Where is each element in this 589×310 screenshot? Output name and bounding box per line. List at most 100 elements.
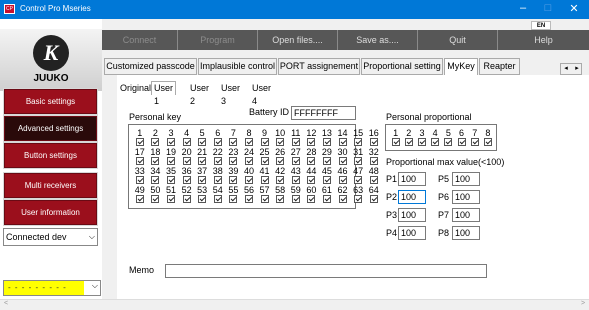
key-checkbox[interactable] (135, 195, 144, 203)
key-checkbox[interactable] (322, 195, 331, 203)
subtab-user-3[interactable]: User 3 (218, 81, 243, 106)
p4-input[interactable]: 100 (398, 226, 426, 240)
sidebar-item-basic-settings[interactable]: Basic settings (3, 88, 98, 115)
open-files-button[interactable]: Open files.... (258, 30, 338, 50)
key-checkbox[interactable] (369, 176, 378, 184)
sidebar-item-advanced-settings[interactable]: Advanced settings (3, 115, 98, 142)
key-checkbox[interactable] (276, 138, 285, 146)
horizontal-scrollbar[interactable]: < > (0, 299, 589, 310)
key-checkbox[interactable] (182, 138, 191, 146)
proportional-checkbox[interactable] (417, 138, 426, 146)
scroll-right-arrow-icon[interactable]: > (581, 300, 585, 307)
key-checkbox[interactable] (151, 138, 160, 146)
tab-reapter[interactable]: Reapter (479, 58, 520, 75)
sidebar-item-button-settings[interactable]: Button settings (3, 142, 98, 169)
subtab-user-2[interactable]: User 2 (187, 81, 212, 106)
key-checkbox[interactable] (338, 157, 347, 165)
key-checkbox[interactable] (307, 138, 316, 146)
key-checkbox[interactable] (338, 195, 347, 203)
scroll-left-arrow-icon[interactable]: < (4, 300, 8, 307)
subtab-original[interactable]: Original (117, 81, 154, 95)
key-checkbox[interactable] (307, 176, 316, 184)
p3-input[interactable]: 100 (398, 208, 426, 222)
key-checkbox[interactable] (166, 157, 175, 165)
tab-customized-passcode[interactable]: Customized passcode (104, 58, 197, 75)
key-checkbox[interactable] (182, 195, 191, 203)
key-checkbox[interactable] (244, 195, 253, 203)
key-checkbox[interactable] (369, 157, 378, 165)
tab-mykey[interactable]: MyKey (444, 58, 478, 76)
proportional-checkbox[interactable] (470, 138, 479, 146)
key-checkbox[interactable] (244, 138, 253, 146)
key-checkbox[interactable] (229, 138, 238, 146)
key-checkbox[interactable] (166, 176, 175, 184)
help-button[interactable]: Help (498, 30, 589, 50)
memo-input[interactable] (165, 264, 487, 278)
p6-input[interactable]: 100 (452, 190, 480, 204)
key-checkbox[interactable] (151, 195, 160, 203)
key-checkbox[interactable] (260, 138, 269, 146)
p8-input[interactable]: 100 (452, 226, 480, 240)
save-as-button[interactable]: Save as.... (338, 30, 418, 50)
key-checkbox[interactable] (135, 176, 144, 184)
key-checkbox[interactable] (260, 157, 269, 165)
key-checkbox[interactable] (338, 176, 347, 184)
scroll-right-icon[interactable]: ▸ (572, 64, 582, 74)
key-checkbox[interactable] (135, 157, 144, 165)
key-checkbox[interactable] (354, 176, 363, 184)
key-checkbox[interactable] (322, 157, 331, 165)
key-checkbox[interactable] (229, 195, 238, 203)
key-checkbox[interactable] (291, 195, 300, 203)
key-checkbox[interactable] (244, 176, 253, 184)
key-checkbox[interactable] (213, 176, 222, 184)
key-checkbox[interactable] (291, 176, 300, 184)
language-indicator[interactable]: EN (531, 21, 551, 30)
port-select[interactable]: - - - - - - - - - ⌵ (3, 280, 101, 296)
key-checkbox[interactable] (307, 195, 316, 203)
proportional-checkbox[interactable] (457, 138, 466, 146)
key-checkbox[interactable] (291, 138, 300, 146)
subtab-user-1[interactable]: User 1 (151, 81, 177, 106)
connect-button[interactable]: Connect (102, 30, 178, 50)
key-checkbox[interactable] (260, 176, 269, 184)
p2-input[interactable]: 100 (398, 190, 426, 204)
proportional-checkbox[interactable] (483, 138, 492, 146)
key-checkbox[interactable] (213, 195, 222, 203)
key-checkbox[interactable] (354, 195, 363, 203)
proportional-checkbox[interactable] (404, 138, 413, 146)
key-checkbox[interactable] (166, 195, 175, 203)
key-checkbox[interactable] (307, 157, 316, 165)
key-checkbox[interactable] (322, 138, 331, 146)
tab-implausible-control[interactable]: Implausible control (198, 58, 277, 75)
key-checkbox[interactable] (151, 176, 160, 184)
quit-button[interactable]: Quit (418, 30, 498, 50)
sidebar-item-user-information[interactable]: User information (3, 199, 98, 226)
connection-select[interactable]: Connected dev ⌵ (3, 228, 98, 246)
proportional-checkbox[interactable] (431, 138, 440, 146)
key-checkbox[interactable] (198, 157, 207, 165)
key-checkbox[interactable] (198, 176, 207, 184)
key-checkbox[interactable] (322, 176, 331, 184)
tab-port-assignement[interactable]: PORT assignement (278, 58, 360, 75)
key-checkbox[interactable] (260, 195, 269, 203)
p1-input[interactable]: 100 (398, 172, 426, 186)
key-checkbox[interactable] (151, 157, 160, 165)
key-checkbox[interactable] (276, 195, 285, 203)
key-checkbox[interactable] (369, 195, 378, 203)
close-button[interactable]: ✕ (565, 2, 583, 15)
key-checkbox[interactable] (229, 176, 238, 184)
key-checkbox[interactable] (338, 138, 347, 146)
key-checkbox[interactable] (244, 157, 253, 165)
proportional-checkbox[interactable] (391, 138, 400, 146)
key-checkbox[interactable] (291, 157, 300, 165)
key-checkbox[interactable] (354, 157, 363, 165)
tab-proportional-setting[interactable]: Proportional setting (361, 58, 443, 75)
key-checkbox[interactable] (166, 138, 175, 146)
p7-input[interactable]: 100 (452, 208, 480, 222)
key-checkbox[interactable] (182, 176, 191, 184)
key-checkbox[interactable] (354, 138, 363, 146)
scroll-left-icon[interactable]: ◂ (561, 64, 571, 74)
key-checkbox[interactable] (276, 157, 285, 165)
key-checkbox[interactable] (198, 138, 207, 146)
key-checkbox[interactable] (369, 138, 378, 146)
